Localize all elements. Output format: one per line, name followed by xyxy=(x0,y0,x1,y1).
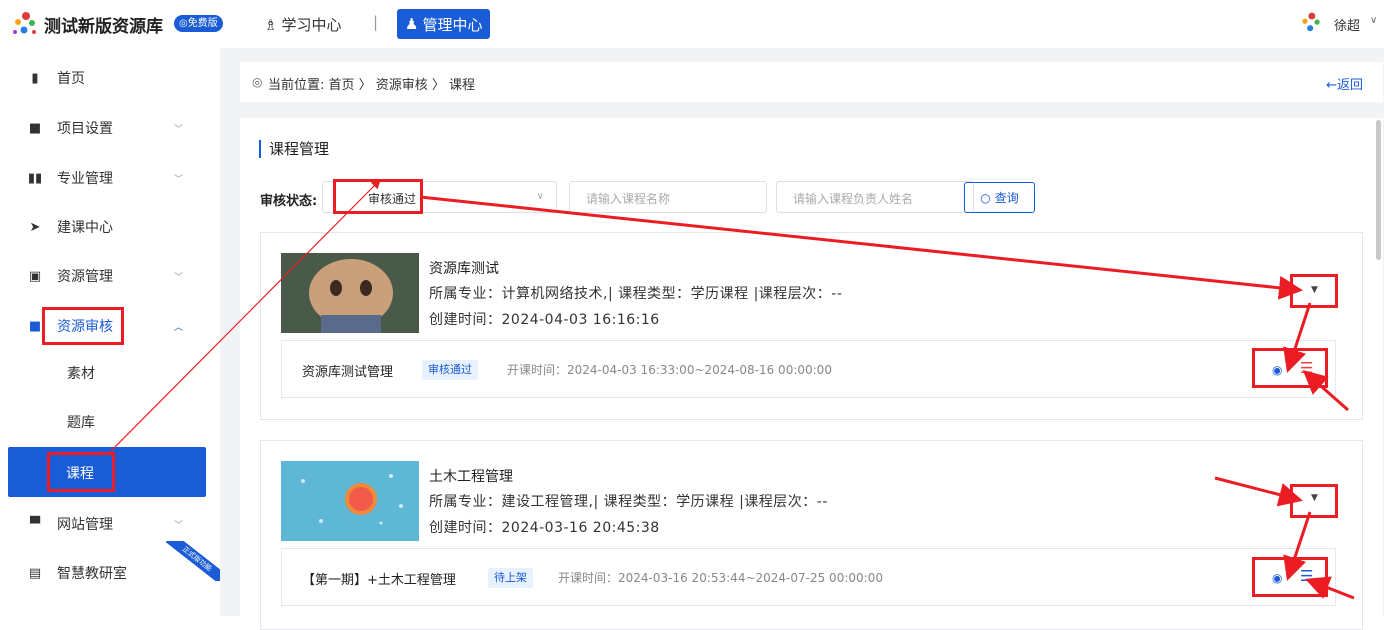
sidebar-item-label: 智慧教研室 xyxy=(57,566,127,582)
annotation-box xyxy=(1290,484,1338,518)
chevron-down-icon: ∨ xyxy=(536,191,544,202)
chevron-down-icon: ﹀ xyxy=(174,520,184,531)
sidebar-subitem-material[interactable]: 素材 xyxy=(0,353,220,393)
course-title[interactable]: 资源库测试 xyxy=(429,258,499,278)
sidebar-item-course-building[interactable]: ➤ 建课中心 xyxy=(0,207,220,247)
course-card: 资源库测试 所属专业：计算机网络技术,| 课程类型：学历课程 |课程层次：-- … xyxy=(260,232,1363,420)
sidebar-item-label: 项目设置 xyxy=(57,121,113,137)
course-title[interactable]: 土木工程管理 xyxy=(429,466,513,486)
offering-time: 开课时间：2024-03-16 20:53:44~2024-07-25 00:0… xyxy=(558,571,883,585)
sidebar-item-home[interactable]: ▮ 首页 xyxy=(0,58,220,98)
sidebar-item-label: 首页 xyxy=(57,71,85,87)
chevron-up-icon: ︿ xyxy=(174,322,184,333)
send-icon: ➤ xyxy=(29,219,41,235)
sidebar-subitem-label: 素材 xyxy=(67,366,95,382)
annotation-box xyxy=(42,307,124,345)
nav-admin-center[interactable]: ♟ 管理中心 xyxy=(397,9,491,39)
search-icon: ○ xyxy=(980,190,991,205)
course-created-time: 创建时间：2024-04-03 16:16:16 xyxy=(429,312,660,328)
top-bar: 测试新版资源库 ◎免费版 ♗ 学习中心 | ♟ 管理中心 徐超 ∨ xyxy=(0,0,1384,48)
book-icon: ▮▮ xyxy=(27,170,43,186)
sidebar-item-label: 专业管理 xyxy=(57,171,113,187)
course-thumbnail[interactable] xyxy=(281,253,419,333)
sidebar-item-project-settings[interactable]: ■ 项目设置 ﹀ xyxy=(0,108,220,148)
brand-logo-icon xyxy=(13,12,36,34)
chevron-down-icon: ﹀ xyxy=(174,174,184,185)
location-pin-icon: ◎ xyxy=(252,75,263,89)
vertical-scrollbar[interactable] xyxy=(1376,120,1381,260)
chevron-down-icon[interactable]: ∨ xyxy=(1370,15,1377,26)
monitor-icon: ▀ xyxy=(30,516,40,532)
user-name[interactable]: 徐超 xyxy=(1334,15,1360,34)
nav-separator: | xyxy=(373,13,379,31)
free-badge-label: 免费版 xyxy=(187,18,218,29)
sidebar-item-major-management[interactable]: ▮▮ 专业管理 ﹀ xyxy=(0,158,220,198)
course-thumbnail[interactable] xyxy=(281,461,419,541)
course-offering-row: 【第一期】+土木工程管理 待上架 开课时间：2024-03-16 20:53:4… xyxy=(281,548,1336,606)
home-icon: ▮ xyxy=(31,70,39,86)
annotation-box xyxy=(333,179,423,214)
offering-name: 【第一期】+土木工程管理 xyxy=(302,573,456,588)
sidebar-subitem-label: 题库 xyxy=(67,415,95,431)
sidebar-item-label: 建课中心 xyxy=(57,220,113,236)
annotation-box xyxy=(1290,274,1338,308)
user-avatar-icon[interactable] xyxy=(1298,10,1324,36)
main-content: ◎ 当前位置: 首页 〉 资源审核 〉 课程 ←返回 课程管理 审核状态: 审核… xyxy=(220,48,1384,630)
annotation-box xyxy=(47,452,115,492)
audit-status-label: 审核状态: xyxy=(260,194,318,209)
audit-icon: ■ xyxy=(28,318,42,334)
sidebar-item-website-management[interactable]: ▀ 网站管理 ﹀ xyxy=(0,504,220,544)
file-icon: ▤ xyxy=(28,565,42,581)
course-card: 土木工程管理 所属专业：建设工程管理,| 课程类型：学历课程 |课程层次：-- … xyxy=(260,440,1363,630)
status-badge: 待上架 xyxy=(488,568,533,588)
course-created-time: 创建时间：2024-03-16 20:45:38 xyxy=(429,520,660,536)
nav-learning-center[interactable]: ♗ 学习中心 xyxy=(264,14,341,35)
nav-learning-label: 学习中心 xyxy=(281,16,342,34)
archive-icon: ▣ xyxy=(28,268,42,284)
breadcrumb: ◎ 当前位置: 首页 〉 资源审核 〉 课程 ←返回 xyxy=(240,62,1383,102)
ribbon-label: 正式版功能 xyxy=(165,541,220,581)
offering-time: 开课时间：2024-04-03 16:33:00~2024-08-16 00:0… xyxy=(507,363,832,377)
brand-title: 测试新版资源库 xyxy=(44,17,163,37)
query-button-label: 查询 xyxy=(994,191,1019,205)
sidebar-item-resource-management[interactable]: ▣ 资源管理 ﹀ xyxy=(0,256,220,296)
folder-icon: ■ xyxy=(28,120,42,136)
learn-icon: ♗ xyxy=(264,15,278,34)
course-meta: 所属专业：计算机网络技术,| 课程类型：学历课程 |课程层次：-- xyxy=(429,286,843,302)
free-badge: ◎免费版 xyxy=(174,15,223,32)
course-meta: 所属专业：建设工程管理,| 课程类型：学历课程 |课程层次：-- xyxy=(429,494,828,510)
nav-admin-label: 管理中心 xyxy=(422,15,483,34)
query-button[interactable]: ○ 查询 xyxy=(964,182,1035,213)
breadcrumb-text: 当前位置: 首页 〉 资源审核 〉 课程 xyxy=(268,78,476,93)
annotation-box xyxy=(1252,348,1328,388)
owner-name-input[interactable]: 请输入课程负责人姓名 xyxy=(776,181,974,213)
admin-user-icon: ♟ xyxy=(405,15,419,33)
offering-name: 资源库测试管理 xyxy=(302,365,394,380)
sidebar-item-label: 资源管理 xyxy=(57,269,113,285)
official-version-ribbon: 正式版功能 xyxy=(160,541,220,581)
sidebar-item-label: 网站管理 xyxy=(57,517,113,533)
annotation-box xyxy=(1252,557,1328,597)
sidebar-subitem-question-bank[interactable]: 题库 xyxy=(0,402,220,442)
chevron-down-icon: ﹀ xyxy=(174,124,184,135)
status-badge: 审核通过 xyxy=(422,360,478,380)
course-offering-row: 资源库测试管理 审核通过 开课时间：2024-04-03 16:33:00~20… xyxy=(281,340,1336,398)
chevron-down-icon: ﹀ xyxy=(174,272,184,283)
back-link[interactable]: ←返回 xyxy=(1326,74,1363,93)
course-name-input[interactable]: 请输入课程名称 xyxy=(569,181,767,213)
page-title: 课程管理 xyxy=(259,140,329,158)
